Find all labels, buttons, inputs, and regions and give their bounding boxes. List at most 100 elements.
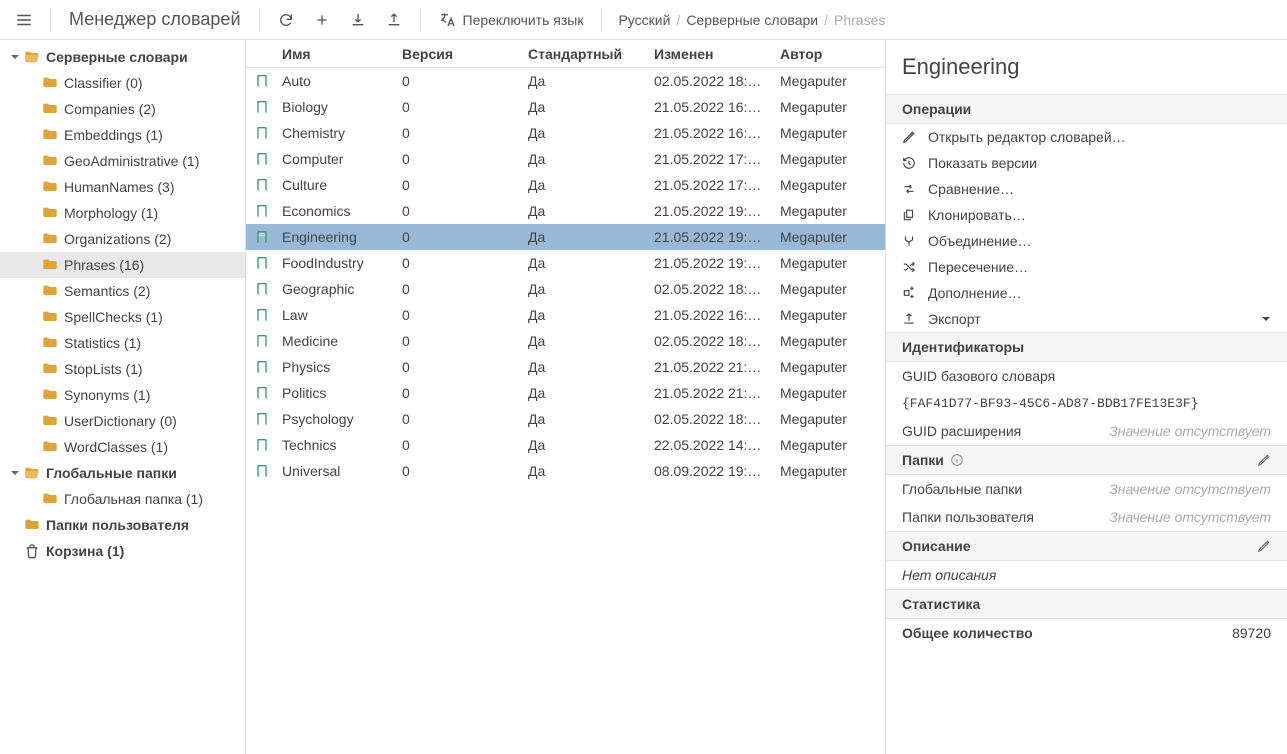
tree-node[interactable]: Phrases (16) — [0, 252, 245, 278]
cell-modified: 02.05.2022 18:5… — [646, 411, 772, 427]
table-row[interactable]: Computer0Да21.05.2022 17:0…Megaputer — [246, 146, 885, 172]
refresh-button[interactable] — [272, 6, 300, 34]
tree-node-global-folders[interactable]: Глобальные папки — [0, 460, 245, 486]
tree-node[interactable]: Organizations (2) — [0, 226, 245, 252]
col-modified[interactable]: Изменен — [646, 46, 772, 62]
caret-down-icon[interactable] — [1261, 314, 1271, 324]
folder-icon — [42, 257, 58, 273]
switch-language-button[interactable]: Переключить язык — [433, 6, 590, 34]
col-author[interactable]: Автор — [772, 46, 885, 62]
tree-label: Companies (2) — [64, 101, 156, 117]
book-icon — [246, 333, 274, 349]
cell-standard: Да — [520, 385, 646, 401]
breadcrumb-item[interactable]: Русский — [618, 12, 670, 28]
tree-node[interactable]: GeoAdministrative (1) — [0, 148, 245, 174]
details-title: Engineering — [886, 40, 1287, 94]
op-intersect[interactable]: Пересечение… — [886, 254, 1287, 280]
breadcrumb-current: Phrases — [834, 12, 885, 28]
cell-author: Megaputer — [772, 99, 885, 115]
cell-standard: Да — [520, 73, 646, 89]
table-row[interactable]: Politics0Да21.05.2022 21:4…Megaputer — [246, 380, 885, 406]
table-row[interactable]: Medicine0Да02.05.2022 18:5…Megaputer — [246, 328, 885, 354]
table-row[interactable]: Universal0Да08.09.2022 19:3…Megaputer — [246, 458, 885, 484]
cell-version: 0 — [394, 125, 520, 141]
edit-folders-button[interactable] — [1257, 453, 1271, 467]
tree-node[interactable]: WordClasses (1) — [0, 434, 245, 460]
table-row[interactable]: Psychology0Да02.05.2022 18:5…Megaputer — [246, 406, 885, 432]
export-button[interactable] — [380, 6, 408, 34]
pencil-icon — [1257, 539, 1271, 553]
shuffle-icon — [902, 260, 916, 274]
tree-node[interactable]: Synonyms (1) — [0, 382, 245, 408]
folder-icon — [42, 439, 58, 455]
caret-down-icon[interactable] — [6, 52, 24, 62]
op-clone[interactable]: Клонировать… — [886, 202, 1287, 228]
toolbar: Менеджер словарей Переключить язык Русск… — [0, 0, 1287, 40]
col-standard[interactable]: Стандартный — [520, 46, 646, 62]
tree-node[interactable]: Statistics (1) — [0, 330, 245, 356]
tree-node-server-dicts[interactable]: Серверные словари — [0, 44, 245, 70]
tree-label: Глобальные папки — [46, 465, 177, 481]
tree-node[interactable]: Глобальная папка (1) — [0, 486, 245, 512]
caret-down-icon[interactable] — [6, 468, 24, 478]
tree-node[interactable]: UserDictionary (0) — [0, 408, 245, 434]
add-button[interactable] — [308, 6, 336, 34]
cell-author: Megaputer — [772, 359, 885, 375]
op-show-versions[interactable]: Показать версии — [886, 150, 1287, 176]
breadcrumb-sep: / — [824, 12, 828, 28]
folder-icon — [42, 387, 58, 403]
tree-node-trash[interactable]: Корзина (1) — [0, 538, 245, 564]
cell-name: Law — [274, 307, 394, 323]
breadcrumb-item[interactable]: Серверные словари — [686, 12, 818, 28]
tree-panel: Серверные словари Classifier (0) Companie… — [0, 40, 246, 754]
op-merge[interactable]: Объединение… — [886, 228, 1287, 254]
table-row[interactable]: Culture0Да21.05.2022 17:2…Megaputer — [246, 172, 885, 198]
tree-node[interactable]: Companies (2) — [0, 96, 245, 122]
folder-open-icon — [24, 465, 40, 481]
op-open-editor[interactable]: Открыть редактор словарей… — [886, 124, 1287, 150]
cell-version: 0 — [394, 359, 520, 375]
table-row[interactable]: Economics0Да21.05.2022 19:2…Megaputer — [246, 198, 885, 224]
table-row[interactable]: Auto0Да02.05.2022 18:5…Megaputer — [246, 68, 885, 94]
book-icon — [246, 411, 274, 427]
tree-node-user-folders[interactable]: Папки пользователя — [0, 512, 245, 538]
table-row[interactable]: Engineering0Да21.05.2022 19:3…Megaputer — [246, 224, 885, 250]
import-button[interactable] — [344, 6, 372, 34]
table-row[interactable]: Technics0Да22.05.2022 14:2…Megaputer — [246, 432, 885, 458]
op-compare[interactable]: Сравнение… — [886, 176, 1287, 202]
tree-node[interactable]: Semantics (2) — [0, 278, 245, 304]
col-version[interactable]: Версия — [394, 46, 520, 62]
cell-modified: 21.05.2022 16:0… — [646, 307, 772, 323]
cell-name: Engineering — [274, 229, 394, 245]
tree-node[interactable]: Embeddings (1) — [0, 122, 245, 148]
folder-icon — [42, 179, 58, 195]
cell-modified: 21.05.2022 21:0… — [646, 359, 772, 375]
tree-node[interactable]: StopLists (1) — [0, 356, 245, 382]
folder-icon — [42, 413, 58, 429]
tree-label: Morphology (1) — [64, 205, 158, 221]
cell-version: 0 — [394, 333, 520, 349]
folder-icon — [42, 127, 58, 143]
op-supplement[interactable]: Дополнение… — [886, 280, 1287, 306]
col-name[interactable]: Имя — [274, 46, 394, 62]
tree-node[interactable]: HumanNames (3) — [0, 174, 245, 200]
cell-modified: 21.05.2022 16:4… — [646, 99, 772, 115]
tree-node[interactable]: SpellChecks (1) — [0, 304, 245, 330]
table-row[interactable]: Law0Да21.05.2022 16:0…Megaputer — [246, 302, 885, 328]
menu-button[interactable] — [10, 6, 38, 34]
cell-standard: Да — [520, 281, 646, 297]
edit-description-button[interactable] — [1257, 539, 1271, 553]
cell-standard: Да — [520, 151, 646, 167]
tree-node[interactable]: Morphology (1) — [0, 200, 245, 226]
cell-author: Megaputer — [772, 333, 885, 349]
op-export[interactable]: Экспорт — [886, 306, 1287, 332]
cell-version: 0 — [394, 255, 520, 271]
tree-label: WordClasses (1) — [64, 439, 168, 455]
table-row[interactable]: FoodIndustry0Да21.05.2022 19:4…Megaputer — [246, 250, 885, 276]
table-row[interactable]: Biology0Да21.05.2022 16:4…Megaputer — [246, 94, 885, 120]
cell-version: 0 — [394, 229, 520, 245]
tree-node[interactable]: Classifier (0) — [0, 70, 245, 96]
table-row[interactable]: Geographic0Да02.05.2022 18:5…Megaputer — [246, 276, 885, 302]
table-row[interactable]: Chemistry0Да21.05.2022 16:5…Megaputer — [246, 120, 885, 146]
table-row[interactable]: Physics0Да21.05.2022 21:0…Megaputer — [246, 354, 885, 380]
